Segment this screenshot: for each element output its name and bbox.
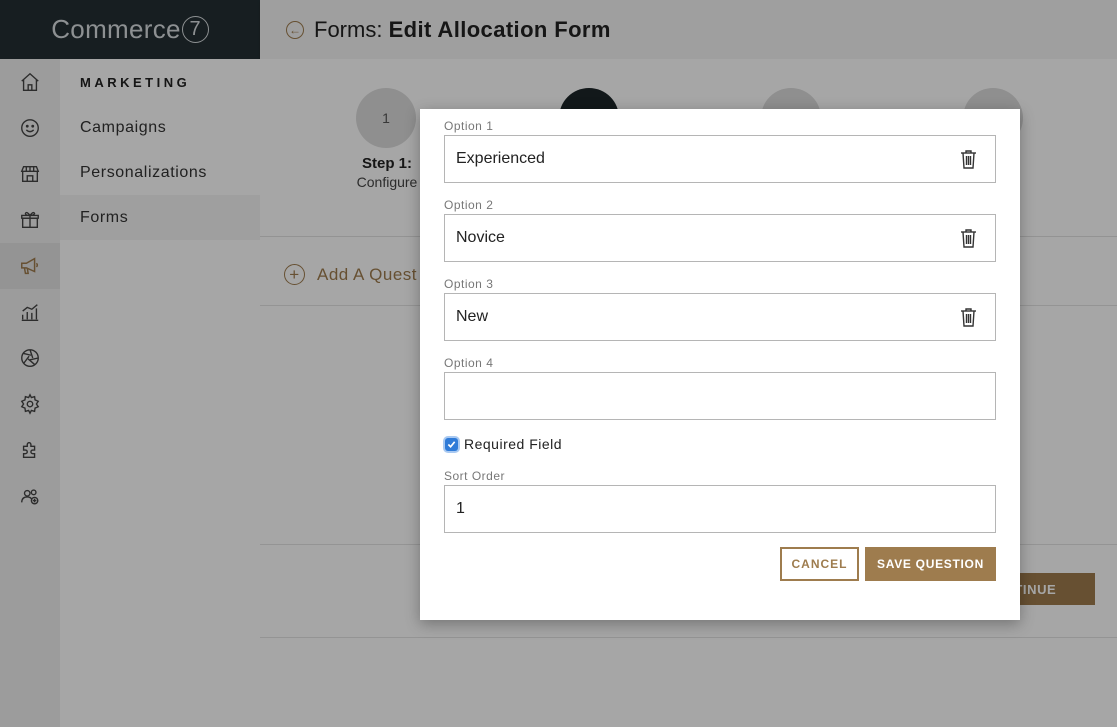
- option-4-label: Option 4: [444, 356, 494, 370]
- option-3-label: Option 3: [444, 277, 494, 291]
- sort-order-input[interactable]: 1: [444, 485, 996, 533]
- sort-order-field: Sort Order 1: [444, 469, 996, 533]
- option-4-input[interactable]: [444, 372, 996, 420]
- option-3-input[interactable]: New: [444, 293, 996, 341]
- modal-actions: CANCEL SAVE QUESTION: [780, 547, 996, 581]
- sort-order-label: Sort Order: [444, 469, 506, 483]
- option-1-field: Option 1 Experienced: [444, 119, 996, 183]
- trash-icon[interactable]: [960, 228, 977, 248]
- option-4-field: Option 4: [444, 356, 996, 420]
- option-1-value: Experienced: [456, 150, 545, 167]
- option-3-field: Option 3 New: [444, 277, 996, 341]
- cancel-button[interactable]: CANCEL: [780, 547, 859, 581]
- required-checkbox[interactable]: [445, 437, 458, 451]
- save-question-button[interactable]: SAVE QUESTION: [865, 547, 996, 581]
- checkmark-icon: [447, 440, 456, 448]
- option-2-input[interactable]: Novice: [444, 214, 996, 262]
- question-modal: Option 1 Experienced Option 2 Novice Opt…: [420, 109, 1020, 620]
- option-3-value: New: [456, 308, 489, 325]
- option-2-label: Option 2: [444, 198, 494, 212]
- required-field-toggle[interactable]: Required Field: [444, 436, 562, 452]
- trash-icon[interactable]: [960, 149, 977, 169]
- option-1-label: Option 1: [444, 119, 494, 133]
- option-2-value: Novice: [456, 229, 505, 246]
- option-1-input[interactable]: Experienced: [444, 135, 996, 183]
- option-2-field: Option 2 Novice: [444, 198, 996, 262]
- trash-icon[interactable]: [960, 307, 977, 327]
- required-label: Required Field: [464, 436, 563, 452]
- sort-order-value: 1: [456, 500, 465, 517]
